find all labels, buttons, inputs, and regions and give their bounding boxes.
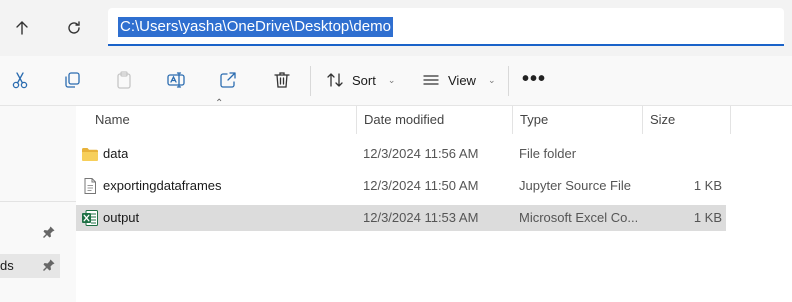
file-type: Jupyter Source File bbox=[519, 178, 631, 193]
delete-icon[interactable] bbox=[270, 68, 294, 92]
copy-icon[interactable] bbox=[60, 68, 84, 92]
file-size: 1 KB bbox=[693, 210, 722, 225]
file-name: exportingdataframes bbox=[103, 178, 222, 193]
file-size bbox=[646, 141, 722, 167]
view-icon bbox=[423, 75, 439, 85]
column-separator[interactable] bbox=[512, 106, 513, 134]
file-row-selected[interactable]: output 12/3/2024 11:53 AM Microsoft Exce… bbox=[76, 205, 726, 231]
navigation-divider bbox=[0, 201, 76, 202]
column-header-name[interactable]: Name bbox=[95, 106, 130, 134]
file-date: 12/3/2024 11:50 AM bbox=[363, 178, 479, 193]
view-button[interactable]: View ⌄ bbox=[422, 68, 496, 92]
sort-button[interactable]: Sort ⌄ bbox=[326, 68, 395, 92]
column-header-type[interactable]: Type bbox=[520, 106, 548, 134]
share-icon[interactable] bbox=[216, 68, 240, 92]
pin-icon bbox=[43, 226, 55, 238]
quick-access-item-downloads[interactable]: ds bbox=[0, 254, 60, 278]
file-date: 12/3/2024 11:53 AM bbox=[363, 210, 479, 225]
file-name: output bbox=[103, 210, 140, 225]
column-separator[interactable] bbox=[356, 106, 357, 134]
rename-icon[interactable] bbox=[164, 68, 188, 92]
folder-icon bbox=[82, 148, 98, 161]
file-date: 12/3/2024 11:56 AM bbox=[363, 146, 479, 161]
command-bar: Sort ⌄ View ⌄ ••• bbox=[0, 56, 792, 106]
refresh-icon[interactable] bbox=[62, 14, 86, 42]
address-row: C:\Users\yasha\OneDrive\Desktop\demo bbox=[0, 0, 792, 56]
excel-icon bbox=[82, 210, 98, 226]
column-separator[interactable] bbox=[642, 106, 643, 134]
file-name: data bbox=[103, 146, 129, 161]
quick-access-label: ds bbox=[0, 258, 14, 273]
cut-icon[interactable] bbox=[8, 68, 32, 92]
sort-up-indicator-icon: ⌃ bbox=[215, 98, 224, 109]
chevron-down-icon: ⌄ bbox=[387, 74, 396, 85]
address-path-text[interactable]: C:\Users\yasha\OneDrive\Desktop\demo bbox=[118, 17, 393, 37]
sort-icon bbox=[327, 73, 343, 87]
more-options-button[interactable]: ••• bbox=[522, 69, 546, 89]
column-separator[interactable] bbox=[730, 106, 731, 134]
chevron-down-icon: ⌄ bbox=[487, 74, 496, 85]
file-row[interactable]: exportingdataframes 12/3/2024 11:50 AM J… bbox=[76, 173, 726, 199]
file-size: 1 KB bbox=[693, 178, 722, 193]
file-type: Microsoft Excel Co... bbox=[519, 210, 637, 225]
column-header-size[interactable]: Size bbox=[650, 106, 675, 134]
quick-access-item[interactable] bbox=[0, 221, 60, 245]
address-bar[interactable]: C:\Users\yasha\OneDrive\Desktop\demo bbox=[108, 8, 784, 46]
file-type: File folder bbox=[519, 146, 577, 161]
paste-icon[interactable] bbox=[112, 68, 136, 92]
sort-label: Sort bbox=[352, 72, 376, 88]
pin-icon bbox=[43, 259, 55, 271]
navigation-pane: ds bbox=[0, 106, 76, 302]
document-icon bbox=[84, 178, 96, 194]
column-header-date[interactable]: Date modified bbox=[364, 106, 444, 134]
file-row[interactable]: data 12/3/2024 11:56 AM File folder bbox=[76, 141, 726, 167]
view-label: View bbox=[448, 72, 476, 88]
toolbar-divider bbox=[508, 66, 509, 96]
toolbar-divider bbox=[310, 66, 311, 96]
up-arrow-icon[interactable] bbox=[10, 14, 34, 42]
